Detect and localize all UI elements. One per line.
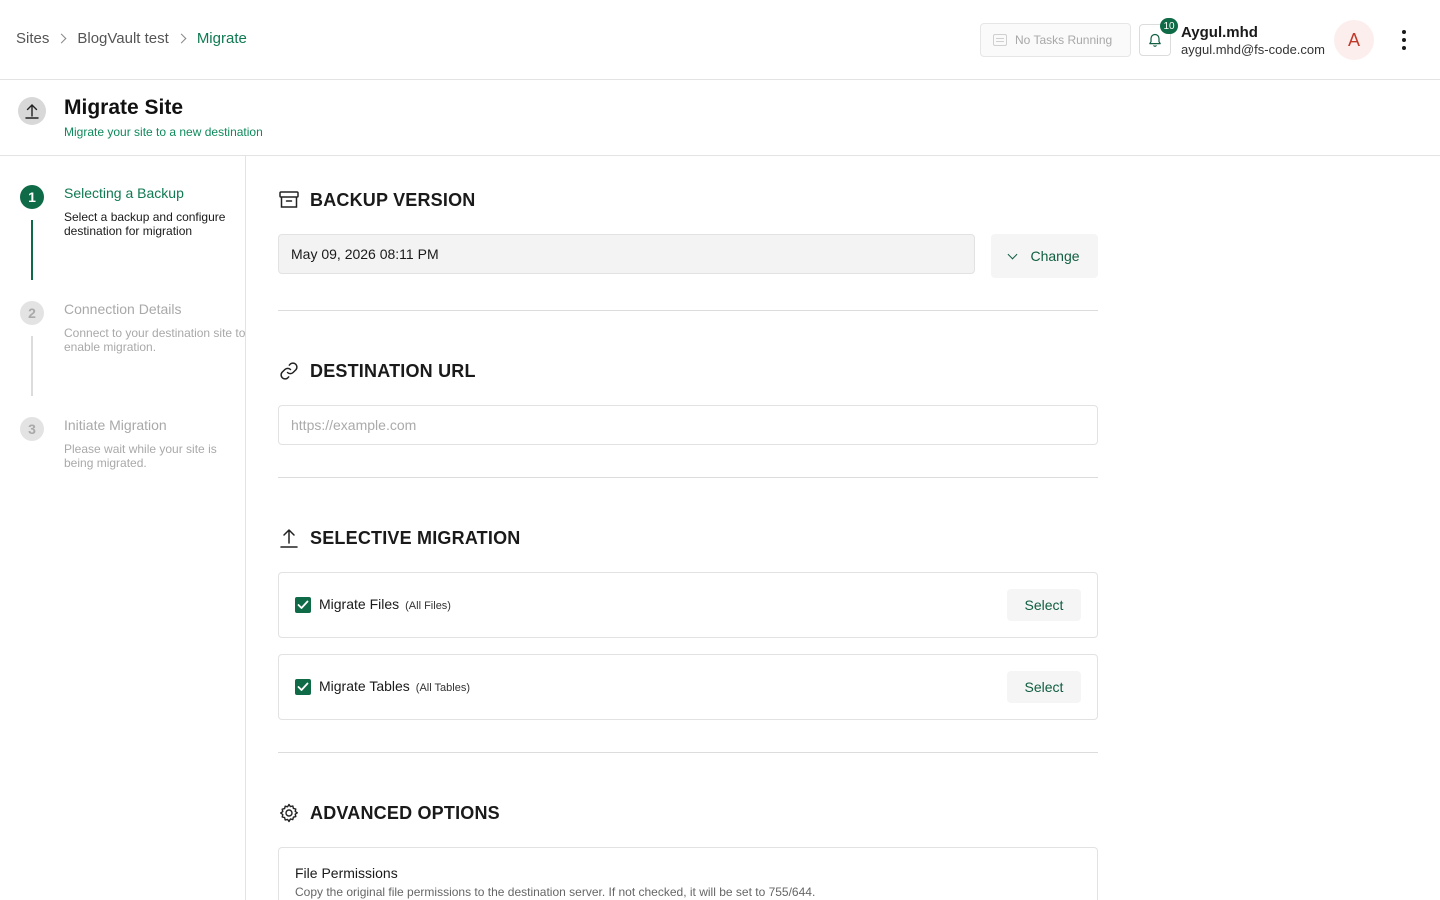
gear-icon (280, 803, 298, 823)
divider (278, 310, 1098, 311)
migrate-files-card: Migrate Files (All Files) Select (278, 572, 1098, 638)
page-title: Migrate Site (64, 96, 184, 119)
archive-icon (279, 191, 299, 208)
notifications-badge: 10 (1160, 18, 1178, 34)
tasks-icon (993, 34, 1007, 46)
selective-migration-heading: SELECTIVE MIGRATION (278, 527, 520, 549)
backup-version-heading: BACKUP VERSION (278, 189, 476, 211)
migrate-files-checkbox[interactable] (295, 597, 311, 613)
upload-icon (18, 97, 46, 125)
step-description: Please wait while your site is being mig… (64, 442, 217, 470)
user-email: aygul.mhd@fs-code.com (1181, 42, 1325, 57)
step-description: Connect to your destination site to enab… (64, 326, 246, 354)
section-title: BACKUP VERSION (310, 189, 476, 210)
user-name: Aygul.mhd (1181, 24, 1258, 41)
steps-sidebar: 1 Selecting a Backup Select a backup and… (0, 156, 246, 900)
check-icon (297, 600, 309, 609)
backup-version-field: May 09, 2026 08:11 PM (278, 234, 975, 274)
step-number: 3 (20, 417, 44, 441)
divider (278, 752, 1098, 753)
section-title: SELECTIVE MIGRATION (310, 527, 521, 548)
file-permissions-card[interactable]: File Permissions Copy the original file … (278, 847, 1098, 900)
section-title: DESTINATION URL (310, 360, 476, 381)
chevron-right-icon (176, 33, 187, 44)
breadcrumb-current: Migrate (196, 30, 247, 47)
step-title: Selecting a Backup (64, 185, 184, 201)
step-number: 1 (20, 185, 44, 209)
breadcrumb-site[interactable]: BlogVault test (77, 30, 168, 47)
migrate-tables-checkbox[interactable] (295, 679, 311, 695)
option-note: (All Files) (405, 600, 451, 612)
tasks-status-button[interactable]: No Tasks Running (980, 23, 1131, 57)
destination-url-input[interactable] (278, 405, 1098, 445)
change-backup-button[interactable]: Change (991, 234, 1098, 278)
link-icon (280, 362, 298, 380)
tasks-label: No Tasks Running (1015, 33, 1113, 47)
advanced-options-heading: ADVANCED OPTIONS (278, 802, 500, 824)
change-label: Change (1030, 248, 1080, 264)
migrate-tables-label: Migrate Tables (All Tables) (319, 678, 470, 694)
upload-icon (280, 529, 298, 548)
option-note: (All Tables) (415, 682, 471, 694)
option-title: Migrate Files (319, 596, 400, 612)
breadcrumb: Sites BlogVault test Migrate (16, 30, 247, 47)
step-title: Initiate Migration (64, 417, 167, 433)
divider (278, 477, 1098, 478)
option-title: Migrate Tables (319, 678, 410, 694)
bell-icon (1149, 33, 1161, 47)
section-title: ADVANCED OPTIONS (310, 802, 500, 823)
step-connector-active (31, 220, 33, 280)
migrate-tables-card: Migrate Tables (All Tables) Select (278, 654, 1098, 720)
chevron-down-icon (1008, 249, 1018, 259)
step-description: Select a backup and configure destinatio… (64, 210, 226, 238)
page-header: Migrate Site Migrate your site to a new … (0, 80, 1440, 156)
avatar[interactable]: A (1334, 20, 1374, 60)
step-number: 2 (20, 301, 44, 325)
chevron-right-icon (56, 33, 67, 44)
destination-url-heading: DESTINATION URL (278, 360, 476, 382)
breadcrumb-sites[interactable]: Sites (16, 30, 49, 47)
step-title: Connection Details (64, 301, 182, 317)
page-subtitle: Migrate your site to a new destination (64, 125, 263, 139)
select-files-button[interactable]: Select (1007, 589, 1081, 621)
step-connector (31, 336, 33, 396)
user-info[interactable]: Aygul.mhd aygul.mhd@fs-code.com (1181, 24, 1325, 57)
select-tables-button[interactable]: Select (1007, 671, 1081, 703)
file-permissions-title: File Permissions (295, 865, 398, 881)
check-icon (297, 682, 309, 691)
top-bar: Sites BlogVault test Migrate No Tasks Ru… (0, 0, 1440, 80)
file-permissions-description: Copy the original file permissions to th… (295, 885, 816, 899)
migrate-files-label: Migrate Files (All Files) (319, 596, 451, 612)
more-options-icon[interactable] (1396, 30, 1412, 50)
